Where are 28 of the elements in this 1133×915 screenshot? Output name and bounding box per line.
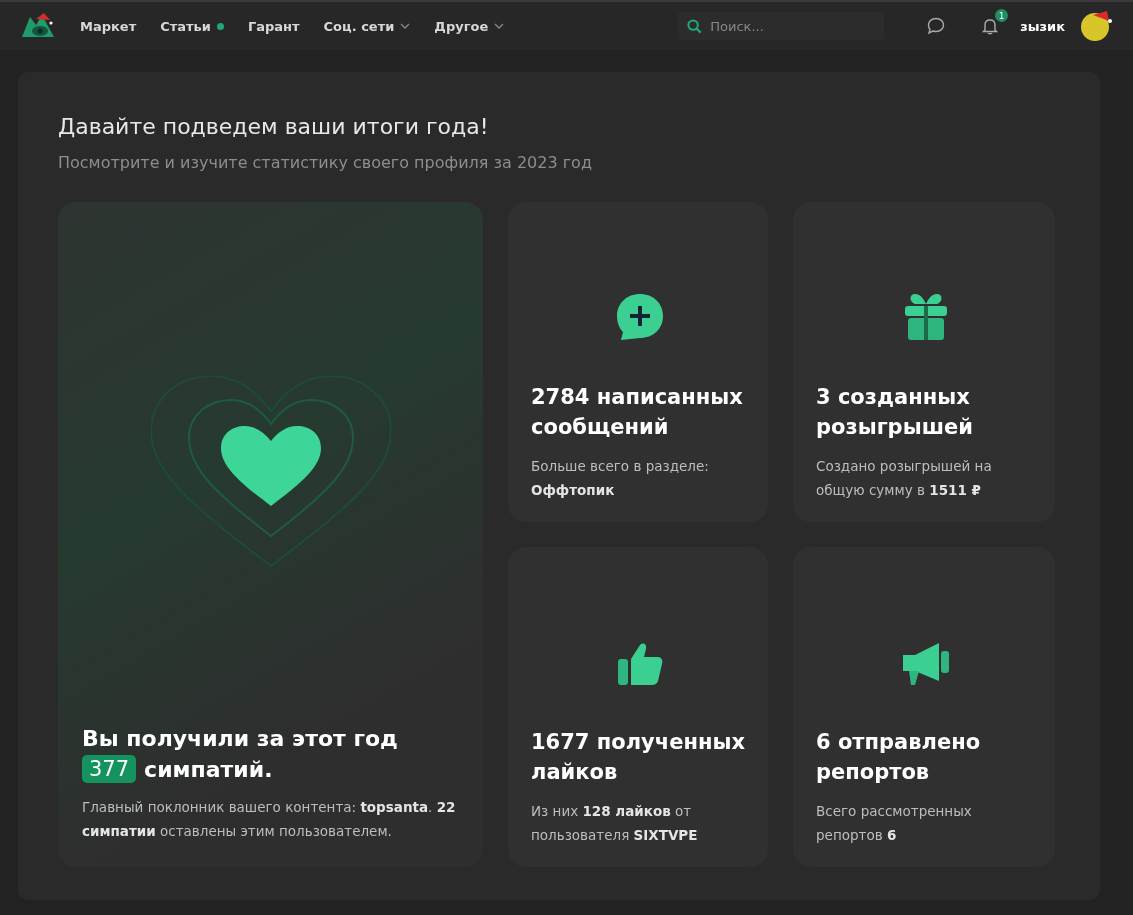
thumbs-up-icon — [615, 641, 664, 687]
username[interactable]: зызик — [1020, 18, 1065, 34]
card-description: Больше всего в разделе: Оффтопик — [531, 457, 710, 500]
nav-link[interactable]: Другое — [434, 18, 505, 34]
page-title: Давайте подведем ваши итоги года! — [58, 114, 490, 139]
chat-bubble-icon[interactable] — [926, 16, 947, 36]
stat-title: 1677 полученных лайков — [531, 729, 746, 786]
chat-plus-icon — [614, 292, 665, 342]
card-description: Создано розыгрышей на общую сумму в 1511 ₽ — [816, 457, 993, 500]
nav-link[interactable]: Статьи — [160, 18, 224, 34]
avatar-icon[interactable] — [1079, 9, 1113, 43]
stat-title: 6 отправлено репортов — [816, 729, 982, 786]
sympathy-title-end: симпатий. — [144, 756, 273, 782]
notification-badge: 1 — [995, 9, 1009, 22]
card-description: Всего рассмотренных репортов 6 — [816, 802, 973, 845]
card-description: Главный поклонник вашего контента: topsanta. 22 симпатии оставлены этим пользователем. — [82, 798, 457, 841]
count-badge: 377 — [82, 755, 137, 783]
card-description: Из них 128 лайков от пользователя SIXTVPE — [531, 802, 699, 845]
nav-link[interactable]: Соц. сети — [323, 18, 411, 34]
stat-title: 2784 написанных сообщений — [531, 384, 744, 441]
nav-link[interactable]: Гарант — [247, 18, 300, 34]
search-field[interactable]: Поиск... — [678, 12, 885, 40]
nav-link[interactable]: Маркет — [80, 18, 137, 34]
stat-title: 3 созданных розыгрышей — [816, 384, 974, 441]
gift-icon — [902, 292, 949, 342]
megaphone-icon — [900, 641, 951, 687]
sympathy-title: Вы получили за этот год — [82, 726, 399, 751]
page-subtitle: Посмотрите и изучите статистику своего профиля за 2023 год — [58, 153, 593, 172]
